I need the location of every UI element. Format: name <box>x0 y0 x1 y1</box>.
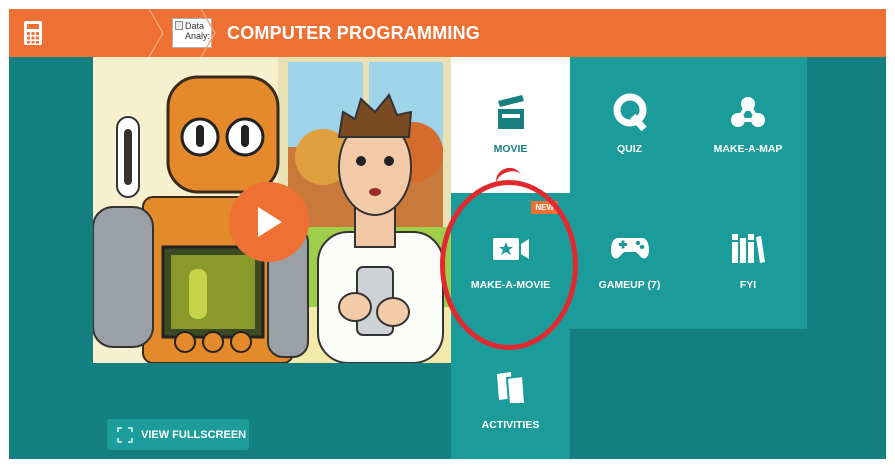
calculator-button[interactable] <box>9 9 57 57</box>
tile-label: MAKE-A-MOVIE <box>470 279 551 291</box>
tile-label: QUIZ <box>616 143 643 155</box>
pages-icon <box>496 372 526 405</box>
tile-make-a-map[interactable]: MAKE-A-MAP <box>689 57 807 193</box>
tile-label: GAMEUP (7) <box>598 279 661 291</box>
broken-image-icon <box>175 21 183 30</box>
calculator-icon <box>24 21 42 45</box>
tile-label: MOVIE <box>493 143 528 155</box>
play-icon <box>258 207 282 237</box>
tile-movie[interactable]: MOVIE <box>451 57 570 193</box>
expand-icon <box>117 426 133 443</box>
new-badge: NEW <box>531 201 558 214</box>
tile-activities[interactable]: ACTIVITIES <box>451 329 570 459</box>
tile-fyi[interactable]: FYI <box>689 193 807 329</box>
view-fullscreen-button[interactable]: VIEW FULLSCREEN <box>107 419 249 450</box>
map-nodes-icon <box>731 97 765 127</box>
books-icon <box>732 234 765 263</box>
header-bar: Data Analy: COMPUTER PROGRAMMING <box>9 9 886 57</box>
breadcrumb-separator <box>200 9 216 57</box>
tile-make-a-movie[interactable]: NEW MAKE-A-MOVIE <box>451 193 570 329</box>
q-icon <box>613 93 647 132</box>
tile-label: ACTIVITIES <box>481 419 540 431</box>
camera-star-icon <box>492 238 529 260</box>
tile-label: FYI <box>739 279 757 291</box>
clapperboard-icon <box>497 95 524 129</box>
view-fullscreen-label: VIEW FULLSCREEN <box>141 428 247 441</box>
tile-label: MAKE-A-MAP <box>713 143 783 155</box>
tile-gameup[interactable]: GAMEUP (7) <box>570 193 689 329</box>
tile-quiz[interactable]: QUIZ <box>570 57 689 193</box>
play-button[interactable] <box>229 182 309 262</box>
page-title: COMPUTER PROGRAMMING <box>227 23 480 43</box>
gamepad-icon <box>610 238 649 259</box>
breadcrumb-separator <box>148 9 164 57</box>
